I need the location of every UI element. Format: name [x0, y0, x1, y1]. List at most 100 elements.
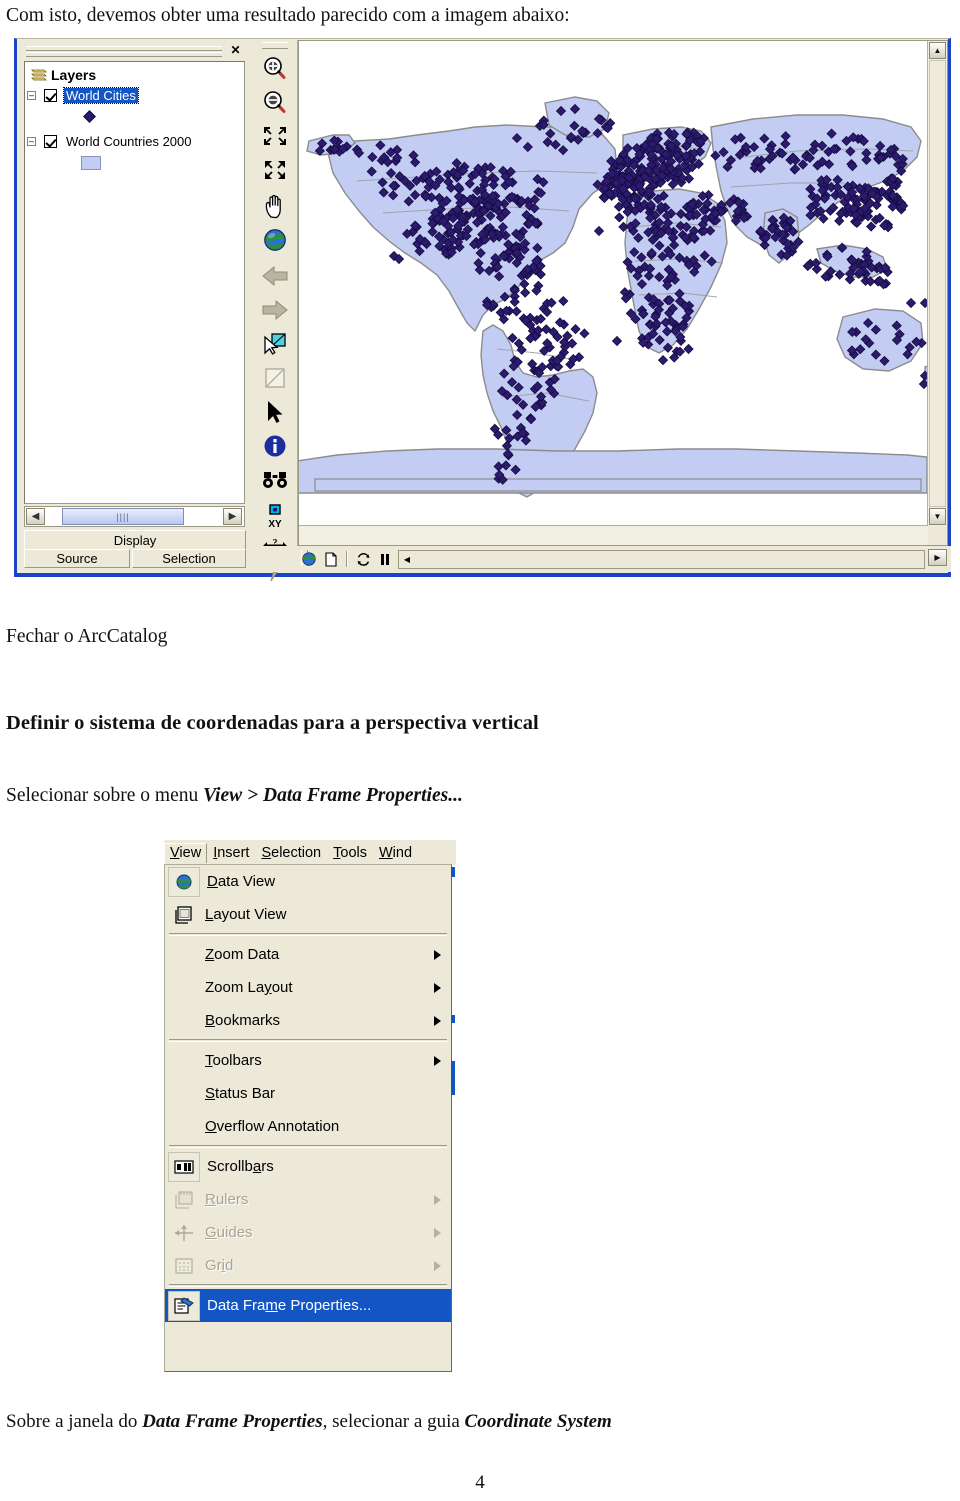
sobre-emphasis-1: Data Frame Properties	[142, 1411, 323, 1432]
map-horizontal-scrollbar[interactable]	[299, 525, 928, 545]
pause-icon[interactable]	[374, 549, 396, 569]
toc-layer-tree[interactable]: Layers – World Cities – World Countries …	[24, 61, 245, 504]
menu-item-data-view[interactable]: Data View	[165, 865, 451, 898]
menubar-item-selection[interactable]: Selection	[255, 843, 327, 863]
layer-visibility-checkbox[interactable]	[44, 134, 57, 148]
layer-visibility-checkbox[interactable]	[44, 88, 57, 102]
menu-item-label: Guides	[205, 1224, 253, 1241]
tab-source[interactable]: Source	[24, 549, 130, 568]
drawing-combo-box[interactable]: ◀	[398, 549, 925, 569]
menu-item-label: Rulers	[205, 1191, 249, 1208]
scroll-up-button[interactable]: ▲	[929, 42, 946, 59]
menu-item-label: Data Frame Properties...	[207, 1297, 372, 1314]
globe-icon	[168, 866, 200, 897]
fixed-zoom-out-tool[interactable]	[259, 154, 291, 186]
scroll-right-button[interactable]: ▶	[223, 508, 242, 525]
go-next-extent-tool[interactable]	[259, 294, 291, 326]
combo-arrow-icon[interactable]: ◀	[399, 551, 415, 568]
expander-minus-icon[interactable]: –	[27, 136, 36, 146]
menubar-item-view[interactable]: View	[164, 842, 208, 863]
menu-item-status-bar[interactable]: Status Bar	[165, 1077, 451, 1110]
arcmap-window-screenshot: ✕ Layers – World Cities – World Countrie…	[14, 38, 951, 582]
map-data-frame[interactable]: ▲ ▼	[298, 40, 948, 546]
menu-item-label: Scrollbars	[207, 1158, 274, 1175]
fechar-arccatalog-paragraph: Fechar o ArcCatalog	[6, 626, 168, 647]
menubar-item-window[interactable]: Wind	[373, 843, 418, 863]
submenu-arrow-icon	[434, 1227, 441, 1238]
page-number: 4	[475, 1472, 485, 1493]
toc-horizontal-scrollbar[interactable]: ◀ |||| ▶	[24, 506, 245, 527]
tab-selection[interactable]: Selection	[132, 549, 246, 568]
go-back-extent-tool[interactable]	[259, 260, 291, 292]
submenu-arrow-icon	[434, 1194, 441, 1205]
scrollbars-icon	[168, 1151, 200, 1182]
menu-item-guides[interactable]: Guides	[165, 1216, 451, 1249]
menu-item-grid[interactable]: Grid	[165, 1249, 451, 1282]
toolbar-grip[interactable]	[262, 42, 288, 49]
menu-item-label: Status Bar	[205, 1085, 276, 1102]
map-vertical-scrollbar[interactable]: ▲ ▼	[927, 41, 947, 526]
fixed-zoom-in-tool[interactable]	[259, 120, 291, 152]
layout-page-icon	[165, 900, 203, 930]
toc-layer-row-world-cities[interactable]: – World Cities	[27, 86, 139, 104]
select-features-tool[interactable]	[259, 328, 291, 360]
identify-tool[interactable]	[259, 430, 291, 462]
sobre-prefix: Sobre a janela do	[6, 1411, 143, 1432]
menu-item-toolbars[interactable]: Toolbars	[165, 1044, 451, 1077]
toc-root-label: Layers	[51, 67, 97, 83]
select-elements-tool[interactable]	[259, 396, 291, 428]
toc-root-row[interactable]: Layers	[31, 66, 96, 84]
sobre-emphasis-2: Coordinate System	[464, 1411, 612, 1432]
empty-icon-cell	[165, 1079, 203, 1109]
drawing-toolbar: ◀ ▶	[253, 546, 951, 572]
toc-tab-strip: Display Source Selection	[24, 530, 246, 568]
page-icon[interactable]	[320, 549, 342, 569]
menubar-item-tools[interactable]: Tools	[327, 843, 373, 863]
zoom-out-tool[interactable]	[259, 86, 291, 118]
toc-layer-label[interactable]: World Cities	[63, 86, 139, 104]
view-dropdown-menu[interactable]: Data View Layout View Zoom Data Zoom Lay…	[164, 864, 455, 1372]
polygon-symbol-icon	[81, 156, 101, 170]
menu-item-data-frame-properties[interactable]: Data Frame Properties...	[165, 1289, 451, 1322]
clear-selection-tool[interactable]	[259, 362, 291, 394]
scrollbar-track[interactable]	[929, 60, 946, 507]
zoom-in-tool[interactable]	[259, 52, 291, 84]
properties-icon	[168, 1290, 200, 1321]
scrollbar-thumb[interactable]: ||||	[62, 508, 184, 525]
menu-item-label: Toolbars	[205, 1052, 262, 1069]
globe-icon[interactable]	[298, 549, 320, 569]
toc-layer-label[interactable]: World Countries 2000	[66, 134, 192, 149]
pan-tool[interactable]	[259, 190, 291, 222]
sobre-janela-paragraph: Sobre a janela do Data Frame Properties,…	[6, 1410, 612, 1434]
menu-item-scrollbars[interactable]: Scrollbars	[165, 1150, 451, 1183]
go-to-xy-tool[interactable]: XY	[259, 500, 291, 532]
menu-item-zoom-data[interactable]: Zoom Data	[165, 938, 451, 971]
toc-layer-row-world-countries[interactable]: – World Countries 2000	[27, 132, 192, 150]
scroll-down-button[interactable]: ▼	[929, 508, 946, 525]
find-tool[interactable]	[259, 464, 291, 496]
tab-display[interactable]: Display	[24, 530, 246, 549]
menu-item-zoom-layout[interactable]: Zoom Layout	[165, 971, 451, 1004]
selecionar-menu-paragraph: Selecionar sobre o menu View > Data Fram…	[6, 784, 463, 808]
toc-grip-line	[26, 46, 222, 51]
expander-minus-icon[interactable]: –	[27, 90, 36, 100]
menu-item-overflow-annotation[interactable]: Overflow Annotation	[165, 1110, 451, 1143]
toc-symbol-row-world-cities	[83, 107, 96, 125]
menu-item-bookmarks[interactable]: Bookmarks	[165, 1004, 451, 1037]
full-extent-tool[interactable]	[259, 224, 291, 256]
background-peek	[451, 1061, 455, 1095]
background-peek	[451, 867, 455, 877]
scroll-left-button[interactable]: ◀	[26, 508, 45, 525]
menu-item-layout-view[interactable]: Layout View	[165, 898, 451, 931]
refresh-icon[interactable]	[352, 549, 374, 569]
submenu-arrow-icon	[434, 1260, 441, 1271]
menu-separator	[169, 1145, 447, 1148]
toc-symbol-row-world-countries	[81, 154, 101, 172]
map-canvas[interactable]	[299, 41, 928, 526]
submenu-arrow-icon	[434, 982, 441, 993]
menu-item-label: Zoom Layout	[205, 979, 293, 996]
menu-item-rulers[interactable]: Rulers	[165, 1183, 451, 1216]
close-icon[interactable]: ✕	[228, 43, 243, 58]
menubar-item-insert[interactable]: Insert	[207, 843, 255, 863]
overflow-right-button[interactable]: ▶	[928, 549, 947, 566]
